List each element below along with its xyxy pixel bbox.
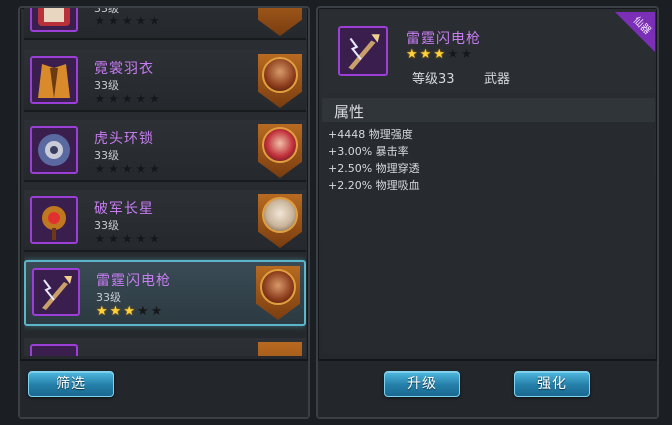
- tiger-armor-icon: [30, 126, 78, 174]
- hero-portrait-icon: [258, 8, 302, 36]
- star-icon: ★: [460, 47, 473, 62]
- list-item[interactable]: 霓裳羽衣 33级 ★ ★ ★ ★ ★: [24, 50, 306, 112]
- list-item-selected[interactable]: 雷霆闪电枪 33级 ★ ★ ★ ★ ★: [24, 260, 306, 326]
- item-name: 雷霆闪电枪: [96, 273, 171, 289]
- enhance-button[interactable]: 强化: [514, 371, 590, 397]
- star-icon: ★: [121, 162, 133, 177]
- equipment-list-panel: 33级 ★ ★ ★ ★ ★ 霓裳羽衣 33级 ★ ★ ★ ★ ★ 虎头环锁 33…: [18, 6, 310, 419]
- hero-portrait-icon: [258, 124, 302, 178]
- attribute-list: +4448 物理强度 +3.00% 暴击率 +2.50% 物理穿透 +2.20%…: [328, 126, 420, 194]
- star-icon: ★: [134, 162, 147, 177]
- spiked-mace-icon: [30, 196, 78, 244]
- star-icon: ★: [109, 304, 122, 319]
- item-stars: ★ ★ ★ ★ ★: [94, 93, 160, 106]
- lightning-spear-icon: [32, 268, 80, 316]
- star-icon: ★: [419, 47, 432, 62]
- star-icon: ★: [107, 162, 120, 177]
- hero-portrait-icon: [256, 266, 300, 320]
- item-icon: [30, 344, 78, 356]
- star-icon: ★: [107, 14, 120, 29]
- star-icon: ★: [121, 92, 133, 107]
- star-icon: ★: [148, 14, 161, 29]
- feather-robe-icon: [30, 56, 78, 104]
- red-armor-icon: [30, 8, 78, 32]
- item-stars: ★ ★ ★ ★ ★: [96, 305, 162, 318]
- list-item[interactable]: 虎头环锁 33级 ★ ★ ★ ★ ★: [24, 120, 306, 182]
- star-icon: ★: [148, 232, 161, 247]
- star-icon: ★: [94, 232, 106, 247]
- detail-level: 等级33: [412, 72, 455, 87]
- equipment-list[interactable]: 33级 ★ ★ ★ ★ ★ 霓裳羽衣 33级 ★ ★ ★ ★ ★ 虎头环锁 33…: [24, 8, 306, 356]
- star-icon: ★: [121, 232, 133, 247]
- item-stars: ★ ★ ★ ★ ★: [94, 163, 160, 176]
- item-name: 破军长星: [94, 201, 154, 217]
- detail-stars: ★ ★ ★ ★ ★: [406, 48, 472, 61]
- star-icon: ★: [406, 47, 418, 62]
- detail-footer: 升级 强化: [318, 359, 657, 417]
- item-name: 虎头环锁: [94, 131, 154, 147]
- hero-portrait-icon: [258, 342, 302, 356]
- star-icon: ★: [94, 162, 106, 177]
- item-level: 33级: [94, 79, 119, 92]
- list-item[interactable]: [24, 338, 306, 356]
- attribute-line: +4448 物理强度: [328, 128, 413, 141]
- attribute-line: +2.50% 物理穿透: [328, 162, 420, 175]
- lightning-spear-icon: [338, 26, 388, 76]
- star-icon: ★: [107, 92, 120, 107]
- attribute-title: 属性: [334, 103, 365, 121]
- item-stars: ★ ★ ★ ★ ★: [94, 233, 160, 246]
- rarity-tag-label: 仙器: [630, 14, 653, 37]
- star-icon: ★: [150, 304, 163, 319]
- rarity-tag: 仙器: [615, 12, 655, 52]
- filter-button[interactable]: 筛选: [28, 371, 114, 397]
- star-icon: ★: [94, 92, 106, 107]
- star-icon: ★: [433, 47, 445, 62]
- equipment-detail-panel: 雷霆闪电枪 ★ ★ ★ ★ ★ 等级33 武器 仙器 属性 +4448 物理强度…: [316, 6, 659, 419]
- list-footer: 筛选: [20, 359, 308, 417]
- star-icon: ★: [446, 47, 459, 62]
- attribute-line: +3.00% 暴击率: [328, 145, 409, 158]
- item-level: 33级: [94, 219, 119, 232]
- star-icon: ★: [107, 232, 120, 247]
- item-level: 33级: [96, 291, 121, 304]
- attribute-title-bar: 属性: [322, 98, 655, 122]
- detail-type: 武器: [484, 72, 511, 87]
- list-item[interactable]: 破军长星 33级 ★ ★ ★ ★ ★: [24, 190, 306, 252]
- hero-portrait-icon: [258, 54, 302, 108]
- hero-portrait-icon: [258, 194, 302, 248]
- star-icon: ★: [94, 14, 106, 29]
- item-name: 霓裳羽衣: [94, 61, 154, 77]
- item-stars: ★ ★ ★ ★ ★: [94, 15, 160, 28]
- star-icon: ★: [148, 162, 161, 177]
- star-icon: ★: [96, 304, 108, 319]
- star-icon: ★: [134, 92, 147, 107]
- list-item[interactable]: 33级 ★ ★ ★ ★ ★: [24, 8, 306, 40]
- attribute-line: +2.20% 物理吸血: [328, 179, 420, 192]
- detail-header: 雷霆闪电枪 ★ ★ ★ ★ ★ 等级33 武器 仙器: [322, 12, 655, 94]
- star-icon: ★: [148, 92, 161, 107]
- star-icon: ★: [136, 304, 149, 319]
- star-icon: ★: [134, 232, 147, 247]
- detail-item-name: 雷霆闪电枪: [406, 31, 481, 47]
- item-level: 33级: [94, 149, 119, 162]
- star-icon: ★: [134, 14, 147, 29]
- star-icon: ★: [121, 14, 133, 29]
- star-icon: ★: [123, 304, 135, 319]
- upgrade-button[interactable]: 升级: [384, 371, 460, 397]
